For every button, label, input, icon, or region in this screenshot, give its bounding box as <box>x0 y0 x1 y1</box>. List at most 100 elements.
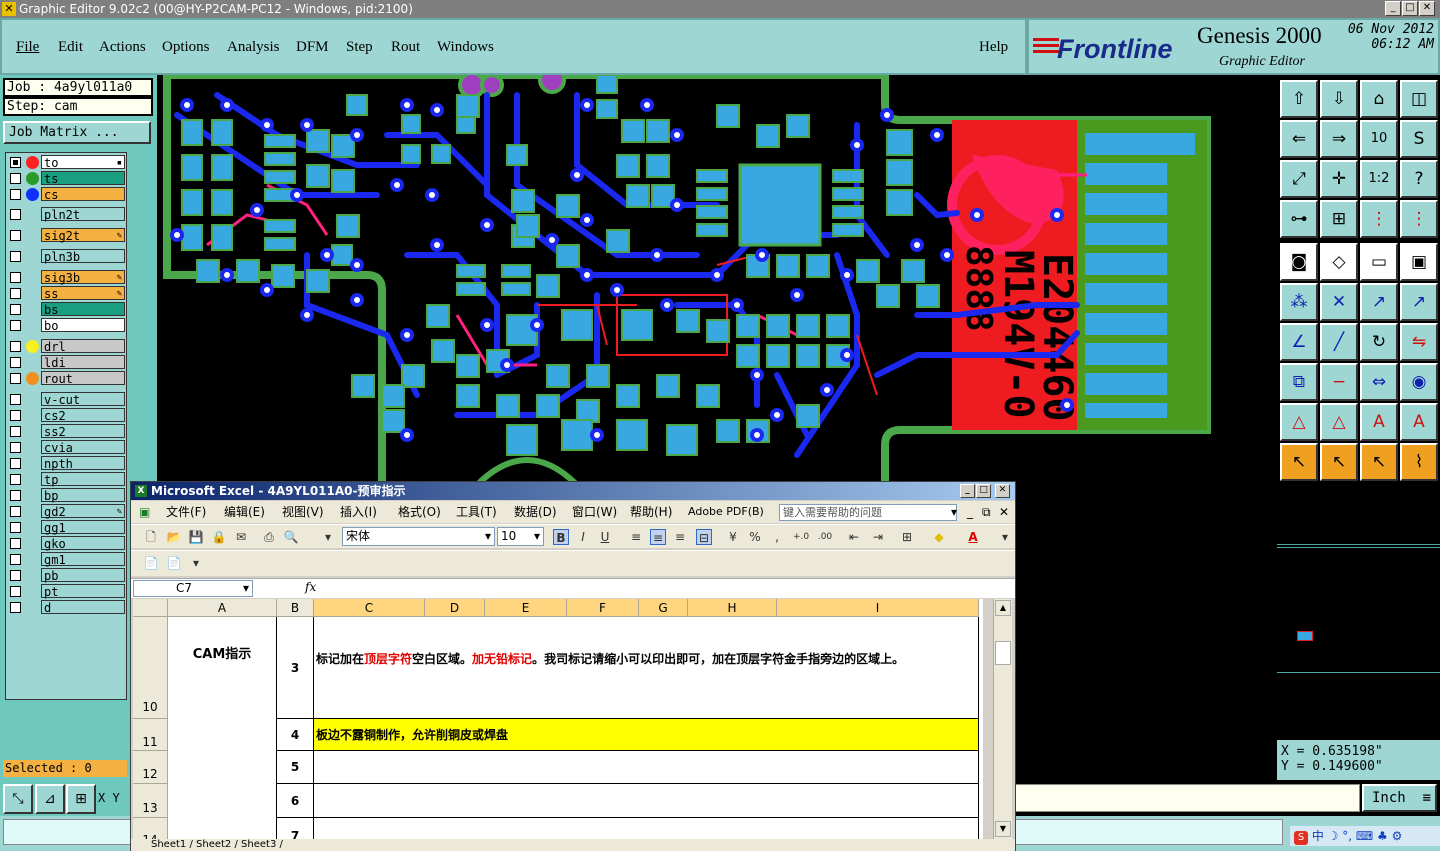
layer-row-pt[interactable]: pt <box>6 584 128 599</box>
layer-name[interactable]: pt <box>41 584 125 599</box>
convert-pdf-icon[interactable]: 📄 <box>143 555 159 571</box>
doc-restore-icon[interactable]: ⧉ <box>982 501 991 523</box>
square-icon[interactable]: ▣ <box>1400 243 1438 281</box>
layer-checkbox[interactable] <box>10 554 21 565</box>
excel-menu-help[interactable]: 帮助(H) <box>630 501 672 523</box>
layer-color-icon[interactable] <box>26 156 39 169</box>
pan-left-icon[interactable]: ⇐ <box>1280 120 1318 158</box>
open-icon[interactable]: 📂 <box>166 529 182 545</box>
pan-right-icon[interactable]: ⇒ <box>1320 120 1358 158</box>
layer-name[interactable]: sig3b ✎ <box>41 270 125 285</box>
menu-step[interactable]: Step <box>346 39 373 56</box>
excel-maximize-button[interactable]: □ <box>976 484 991 498</box>
formula-input[interactable] <box>321 580 1011 597</box>
currency-icon[interactable]: ¥ <box>725 529 741 545</box>
item-number-3[interactable]: 3 <box>277 617 314 719</box>
layer-name[interactable]: rout <box>41 371 125 386</box>
cam-instruction-cell[interactable]: CAM指示 <box>168 617 277 839</box>
layer-row-cvia[interactable]: cvia <box>6 440 128 455</box>
scroll-down-icon[interactable]: ▼ <box>995 821 1011 837</box>
menu-options[interactable]: Options <box>162 39 210 56</box>
pointer2-icon[interactable]: ↖ <box>1320 443 1358 481</box>
move-icon[interactable]: ↗ <box>1360 283 1398 321</box>
erase-icon[interactable]: ◇ <box>1320 243 1358 281</box>
column-header-g[interactable]: G <box>639 599 688 617</box>
line-icon[interactable]: ╱ <box>1320 323 1358 361</box>
column-header-f[interactable]: F <box>567 599 639 617</box>
column-header-h[interactable]: H <box>688 599 777 617</box>
layer-checkbox[interactable] <box>10 357 21 368</box>
layer-name[interactable]: cs2 <box>41 408 125 423</box>
layer-row-cs[interactable]: cs <box>6 187 128 202</box>
menu-file[interactable]: File <box>16 39 39 56</box>
italic-icon[interactable]: I <box>575 529 591 545</box>
layer-checkbox[interactable] <box>10 341 21 352</box>
ime-mode[interactable]: 中 <box>1312 829 1324 843</box>
help-dropdown-icon[interactable]: ▾ <box>951 501 957 523</box>
font-select[interactable]: 宋体 ▾ <box>342 527 495 546</box>
fill-color-icon[interactable]: ◆ <box>931 529 947 545</box>
layer-checkbox[interactable] <box>10 251 21 262</box>
layer-row-drl[interactable]: drl <box>6 339 128 354</box>
layer-row-ss2[interactable]: ss2 <box>6 424 128 439</box>
email-icon[interactable]: ✉ <box>233 529 249 545</box>
spreadsheet-grid[interactable]: A B C D E F G H I 10 11 12 13 14 CAM指示 3… <box>133 599 983 839</box>
layer-checkbox[interactable] <box>10 538 21 549</box>
tri4-icon[interactable]: A <box>1400 403 1438 441</box>
item-number-4[interactable]: 4 <box>277 719 314 751</box>
layer-name[interactable]: bs <box>41 302 125 317</box>
shapes-icon[interactable]: ◉ <box>1400 363 1438 401</box>
layer-row-ldi[interactable]: ldi <box>6 355 128 370</box>
pdf-email-icon[interactable]: 📄 <box>166 555 182 571</box>
fx-icon[interactable]: fx <box>305 580 316 594</box>
tri-icon[interactable]: △ <box>1280 403 1318 441</box>
home-down-icon[interactable]: ⇩ <box>1320 80 1358 118</box>
excel-menu-adobe-pdf[interactable]: Adobe PDF(B) <box>688 501 764 523</box>
route-icon[interactable]: ⌇ <box>1400 443 1438 481</box>
excel-menu-edit[interactable]: 编辑(E) <box>224 501 265 523</box>
font-color-icon[interactable]: A <box>965 529 981 545</box>
permission-icon[interactable]: 🔒 <box>211 529 227 545</box>
menu-windows[interactable]: Windows <box>437 39 494 56</box>
doc-close-icon[interactable]: ✕ <box>999 501 1009 523</box>
layer-row-bo[interactable]: bo <box>6 318 128 333</box>
layer-checkbox[interactable] <box>10 373 21 384</box>
resize-icon[interactable]: ⇔ <box>1360 363 1398 401</box>
layer-checkbox[interactable] <box>10 426 21 437</box>
layer-row-sig3b[interactable]: sig3b ✎ <box>6 270 128 285</box>
increase-decimal-icon[interactable]: +.0 <box>793 529 809 545</box>
layer-row-tp[interactable]: tp <box>6 472 128 487</box>
minus-icon[interactable]: − <box>1320 363 1358 401</box>
layer-row-gm1[interactable]: gm1 <box>6 552 128 567</box>
layer-checkbox[interactable] <box>10 173 21 184</box>
grid-snap-icon[interactable]: ⊞ <box>66 784 96 814</box>
layer-row-pb[interactable]: pb <box>6 568 128 583</box>
menu-actions[interactable]: Actions <box>99 39 146 56</box>
layer-name[interactable]: to ▪ <box>41 155 125 170</box>
zoom-10-icon[interactable]: 10 <box>1360 120 1398 158</box>
save-icon[interactable]: 💾 <box>188 529 204 545</box>
layer-name[interactable]: gko <box>41 536 125 551</box>
menu-rout[interactable]: Rout <box>391 39 420 56</box>
zoom-s-icon[interactable]: S <box>1400 120 1438 158</box>
layer-name[interactable]: pln3b <box>41 249 125 264</box>
layer-name[interactable]: bp <box>41 488 125 503</box>
layer-name[interactable]: gg1 <box>41 520 125 535</box>
layer-checkbox[interactable] <box>10 506 21 517</box>
sheet-tab-2[interactable]: Sheet2 <box>196 839 231 850</box>
tri2-icon[interactable]: △ <box>1320 403 1358 441</box>
layer-checkbox[interactable] <box>10 189 21 200</box>
row-header-11[interactable]: 11 <box>133 719 168 751</box>
excel-menu-view[interactable]: 视图(V) <box>282 501 324 523</box>
item-number-6[interactable]: 6 <box>277 784 314 818</box>
excel-menu-format[interactable]: 格式(O) <box>398 501 441 523</box>
layer-name[interactable]: sig2t ✎ <box>41 228 125 243</box>
decrease-indent-icon[interactable]: ⇤ <box>846 529 862 545</box>
layer-checkbox[interactable] <box>10 602 21 613</box>
home-icon[interactable]: ⌂ <box>1360 80 1398 118</box>
instruction-cell-4[interactable]: 板边不露铜制作，允许削铜皮或焊盘 <box>314 719 979 751</box>
sheet-tab-1[interactable]: Sheet1 <box>151 839 186 850</box>
layer-row-bs[interactable]: bs <box>6 302 128 317</box>
layer-checkbox[interactable] <box>10 320 21 331</box>
help-question-input[interactable]: 键入需要帮助的问题 <box>779 504 957 521</box>
